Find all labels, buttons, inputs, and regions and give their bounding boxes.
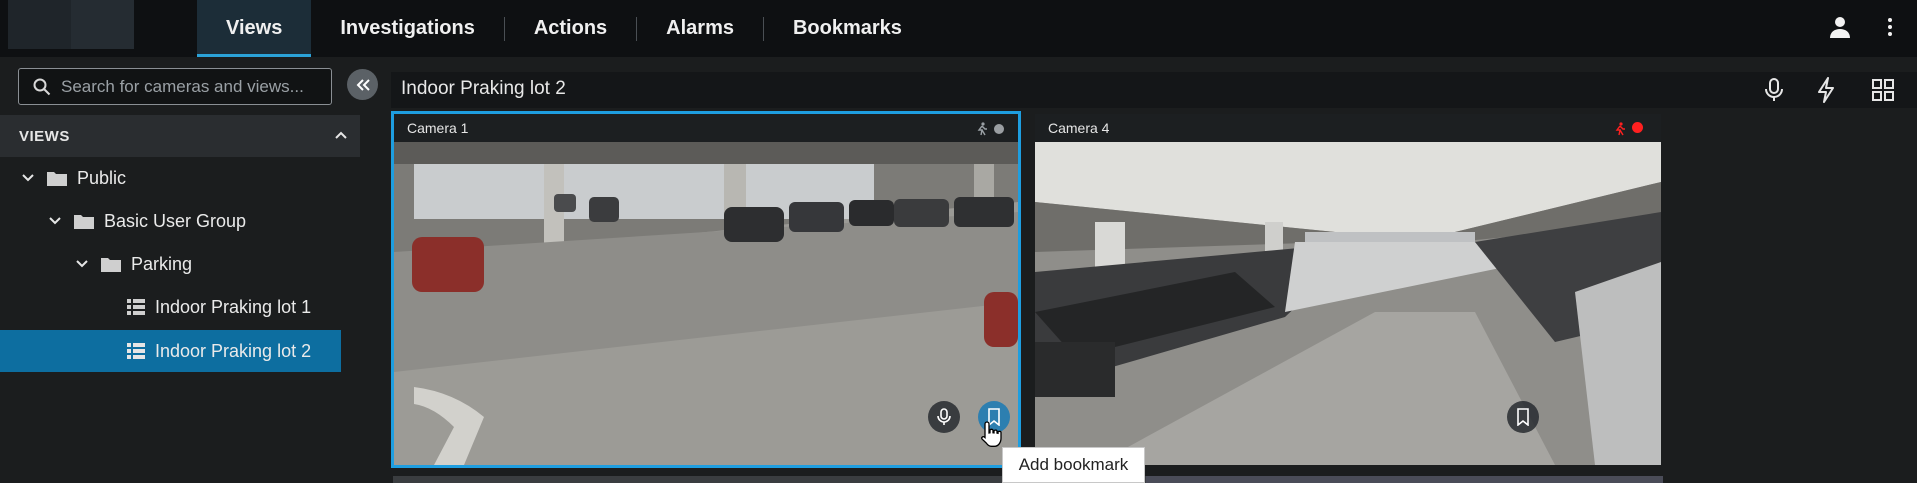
collapse-sidebar-button[interactable]	[347, 69, 378, 100]
lightning-icon[interactable]	[1816, 77, 1836, 103]
camera-tile-header: Camera 1	[394, 114, 1018, 142]
motion-icon	[977, 122, 987, 136]
view-toolbar	[391, 72, 1917, 108]
views-section-label: VIEWS	[19, 127, 70, 145]
view-grid-icon	[127, 299, 145, 315]
view-grid-icon	[127, 343, 145, 359]
top-bar: Views Investigations Actions Alarms Book…	[0, 0, 1917, 57]
tab-alarms[interactable]: Alarms	[637, 0, 763, 57]
view-title: Indoor Praking lot 2	[401, 78, 566, 99]
search-icon	[33, 78, 51, 95]
folder-icon	[47, 170, 67, 186]
more-vertical-icon[interactable]	[1882, 15, 1898, 39]
logo	[8, 0, 134, 49]
tab-views[interactable]: Views	[197, 0, 312, 57]
tree-item-label: Public	[77, 167, 127, 188]
user-icon[interactable]	[1828, 15, 1852, 39]
camera-video-feed	[394, 142, 1018, 465]
recording-dot-icon	[1632, 122, 1643, 133]
tree-item-indoor-praking-lot-1[interactable]: Indoor Praking lot 1	[0, 286, 341, 328]
microphone-icon[interactable]	[1764, 78, 1784, 102]
status-dot-icon	[994, 124, 1004, 134]
camera-video-feed	[1035, 142, 1661, 465]
chevron-down-icon[interactable]	[75, 259, 89, 269]
chevron-up-icon[interactable]	[333, 127, 349, 143]
tree-item-label: Basic User Group	[104, 210, 247, 231]
chevron-down-icon[interactable]	[21, 173, 35, 183]
tree-item-parking[interactable]: Parking	[75, 243, 345, 285]
microphone-icon	[937, 408, 951, 425]
tab-bookmarks[interactable]: Bookmarks	[764, 0, 931, 57]
microphone-button[interactable]	[928, 401, 960, 433]
search-box	[18, 68, 332, 105]
views-section-header[interactable]: VIEWS	[0, 115, 360, 157]
bookmark-icon	[1517, 408, 1529, 426]
tab-investigations[interactable]: Investigations	[311, 0, 503, 57]
tree-item-label: Indoor Praking lot 1	[155, 296, 312, 317]
tree-item-indoor-praking-lot-2[interactable]: Indoor Praking lot 2	[0, 330, 341, 372]
motion-icon	[1615, 122, 1625, 136]
tree-item-basic-user-group[interactable]: Basic User Group	[48, 200, 348, 242]
camera-tile[interactable]: Camera 1	[391, 111, 1021, 468]
main-nav: Views Investigations Actions Alarms Book…	[197, 0, 931, 57]
folder-icon	[101, 256, 121, 272]
camera-tile[interactable]: Camera 4	[1035, 114, 1661, 465]
camera-name: Camera 1	[407, 120, 469, 136]
hand-cursor-icon	[981, 421, 1002, 447]
chevron-down-icon[interactable]	[48, 216, 62, 226]
tree-item-public[interactable]: Public	[21, 157, 341, 199]
search-input[interactable]	[61, 76, 321, 97]
tooltip: Add bookmark	[1002, 447, 1145, 483]
grid-layout-icon[interactable]	[1872, 79, 1894, 101]
folder-icon	[74, 213, 94, 229]
double-chevron-left-icon	[356, 78, 370, 91]
camera-name: Camera 4	[1048, 120, 1110, 136]
tree-item-label: Parking	[131, 253, 193, 274]
tree-item-label: Indoor Praking lot 2	[155, 340, 312, 361]
tab-actions[interactable]: Actions	[505, 0, 636, 57]
camera-tile-header: Camera 4	[1035, 114, 1661, 142]
add-bookmark-button[interactable]	[1507, 401, 1539, 433]
